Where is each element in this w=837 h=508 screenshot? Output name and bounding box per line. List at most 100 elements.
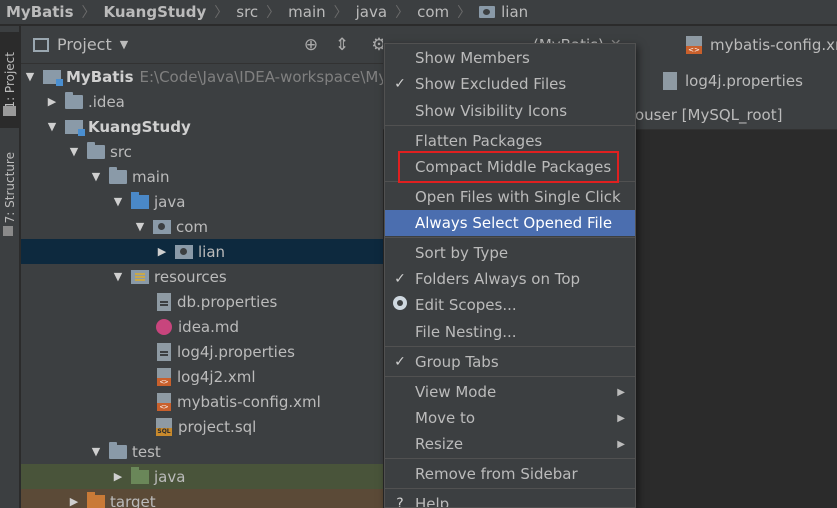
chevron-right-icon: 〉 xyxy=(81,5,96,21)
menu-separator xyxy=(385,488,635,489)
menu-item-view-mode[interactable]: View Mode ▶ xyxy=(385,379,635,405)
expand-arrow-icon[interactable]: ▼ xyxy=(67,145,81,158)
expand-arrow-icon[interactable]: ▼ xyxy=(45,120,59,133)
source-folder-icon xyxy=(131,191,149,209)
tree-node-test[interactable]: ▼ test xyxy=(21,439,383,464)
menu-item-open-files-single-click[interactable]: Open Files with Single Click xyxy=(385,184,635,210)
breadcrumb-item-mybatis[interactable]: MyBatis xyxy=(6,0,74,25)
tree-node-project-sql[interactable]: project.sql xyxy=(21,414,383,439)
project-view-selector[interactable]: Project xyxy=(57,35,112,54)
menu-separator xyxy=(385,125,635,126)
menu-separator xyxy=(385,181,635,182)
tree-node-java-test[interactable]: ▶ java xyxy=(21,464,383,489)
menu-item-remove-from-sidebar[interactable]: Remove from Sidebar xyxy=(385,461,635,487)
tree-node-idea[interactable]: ▶ .idea xyxy=(21,89,383,114)
breadcrumb-item-kuangstudy[interactable]: KuangStudy xyxy=(104,0,207,25)
package-icon xyxy=(175,244,193,259)
help-icon: ? xyxy=(396,496,404,508)
menu-separator xyxy=(385,237,635,238)
breadcrumb-item-lian[interactable]: lian xyxy=(479,0,528,25)
expand-arrow-icon[interactable]: ▼ xyxy=(111,270,125,283)
expand-arrow-icon[interactable]: ▶ xyxy=(45,95,59,108)
menu-item-resize[interactable]: Resize ▶ xyxy=(385,431,635,457)
expand-arrow-icon[interactable]: ▼ xyxy=(111,195,125,208)
menu-item-help[interactable]: ? Help xyxy=(385,491,635,508)
tree-node-resources[interactable]: ▼ resources xyxy=(21,264,383,289)
submenu-arrow-icon: ▶ xyxy=(617,412,625,424)
xml-file-icon xyxy=(157,367,171,386)
menu-item-flatten-packages[interactable]: Flatten Packages xyxy=(385,128,635,154)
project-window-icon xyxy=(33,37,49,52)
tab-structure-tool-window[interactable]: 7: Structure xyxy=(0,140,20,236)
locate-file-icon[interactable]: ⊕ xyxy=(301,35,321,55)
menu-item-file-nesting[interactable]: File Nesting... xyxy=(385,319,635,345)
folder-icon xyxy=(87,141,105,159)
menu-item-folders-always-on-top[interactable]: ✓ Folders Always on Top xyxy=(385,266,635,292)
tree-node-db-properties[interactable]: db.properties xyxy=(21,289,383,314)
breadcrumb-item-src[interactable]: src xyxy=(236,0,258,25)
expand-arrow-icon[interactable]: ▼ xyxy=(89,445,103,458)
menu-item-group-tabs[interactable]: ✓ Group Tabs xyxy=(385,349,635,375)
tree-node-java-main[interactable]: ▼ java xyxy=(21,189,383,214)
tab-mybatis-config-xml[interactable]: mybatis-config.xm xyxy=(686,28,837,62)
menu-item-show-excluded-files[interactable]: ✓ Show Excluded Files xyxy=(385,71,635,97)
project-tree: ▼ MyBatis E:\Code\Java\IDEA-workspace\My… xyxy=(21,64,383,508)
tree-node-idea-md[interactable]: idea.md xyxy=(21,314,383,339)
module-icon xyxy=(43,69,63,86)
menu-item-move-to[interactable]: Move to ▶ xyxy=(385,405,635,431)
package-icon xyxy=(479,6,496,18)
chevron-right-icon: 〉 xyxy=(333,5,348,21)
tree-node-src[interactable]: ▼ src xyxy=(21,139,383,164)
breadcrumb-item-main[interactable]: main xyxy=(288,0,325,25)
chevron-right-icon: 〉 xyxy=(395,5,410,21)
tree-node-log4j2-xml[interactable]: log4j2.xml xyxy=(21,364,383,389)
properties-file-icon xyxy=(157,292,171,311)
folder-icon xyxy=(109,166,127,184)
menu-item-show-members[interactable]: Show Members xyxy=(385,45,635,71)
tab-log4j-properties[interactable]: log4j.properties xyxy=(663,64,803,98)
xml-file-icon xyxy=(157,392,171,411)
properties-file-icon xyxy=(157,342,171,361)
tree-node-target[interactable]: ▶ target xyxy=(21,489,383,508)
tree-node-kuangstudy[interactable]: ▼ KuangStudy xyxy=(21,114,383,139)
tree-node-lian[interactable]: ▶ lian xyxy=(21,239,383,264)
scope-icon xyxy=(393,296,407,310)
expand-arrow-icon[interactable]: ▶ xyxy=(111,470,125,483)
test-folder-icon xyxy=(131,466,149,484)
menu-separator xyxy=(385,458,635,459)
module-icon xyxy=(65,119,85,136)
menu-item-compact-middle-packages[interactable]: Compact Middle Packages xyxy=(385,154,635,180)
submenu-arrow-icon: ▶ xyxy=(617,438,625,450)
expand-arrow-icon[interactable]: ▼ xyxy=(133,220,147,233)
tree-node-mybatis[interactable]: ▼ MyBatis E:\Code\Java\IDEA-workspace\My xyxy=(21,64,383,89)
chevron-right-icon: 〉 xyxy=(214,5,229,21)
chevron-right-icon: 〉 xyxy=(457,5,472,21)
breadcrumb-item-com[interactable]: com xyxy=(417,0,449,25)
tree-node-main[interactable]: ▼ main xyxy=(21,164,383,189)
tree-node-com[interactable]: ▼ com xyxy=(21,214,383,239)
checkmark-icon: ✓ xyxy=(394,354,406,370)
tab-datasource-console[interactable]: ouser [MySQL_root] xyxy=(635,98,782,132)
menu-item-show-visibility-icons[interactable]: Show Visibility Icons xyxy=(385,98,635,124)
expand-arrow-icon[interactable]: ▶ xyxy=(155,245,169,258)
chevron-down-icon[interactable]: ▼ xyxy=(120,38,128,51)
package-icon xyxy=(153,219,171,234)
resources-folder-icon xyxy=(131,269,149,284)
collapse-all-icon[interactable]: ⇕ xyxy=(332,35,352,55)
menu-item-edit-scopes[interactable]: Edit Scopes... xyxy=(385,292,635,318)
submenu-arrow-icon: ▶ xyxy=(617,386,625,398)
tree-node-mybatis-config-xml[interactable]: mybatis-config.xml xyxy=(21,389,383,414)
expand-arrow-icon[interactable]: ▼ xyxy=(23,70,37,83)
expand-arrow-icon[interactable]: ▶ xyxy=(67,495,81,508)
breadcrumb-item-java[interactable]: java xyxy=(356,0,387,25)
menu-item-sort-by-type[interactable]: Sort by Type xyxy=(385,240,635,266)
markdown-file-icon xyxy=(156,318,172,335)
folder-icon xyxy=(3,106,16,116)
expand-arrow-icon[interactable]: ▼ xyxy=(89,170,103,183)
checkmark-icon: ✓ xyxy=(394,76,406,92)
project-panel-header: Project ▼ ⊕ ⇕ ⚙ xyxy=(21,26,391,64)
tree-node-log4j-properties[interactable]: log4j.properties xyxy=(21,339,383,364)
menu-separator xyxy=(385,346,635,347)
menu-item-always-select-opened-file[interactable]: Always Select Opened File xyxy=(385,210,635,236)
checkmark-icon: ✓ xyxy=(394,271,406,287)
